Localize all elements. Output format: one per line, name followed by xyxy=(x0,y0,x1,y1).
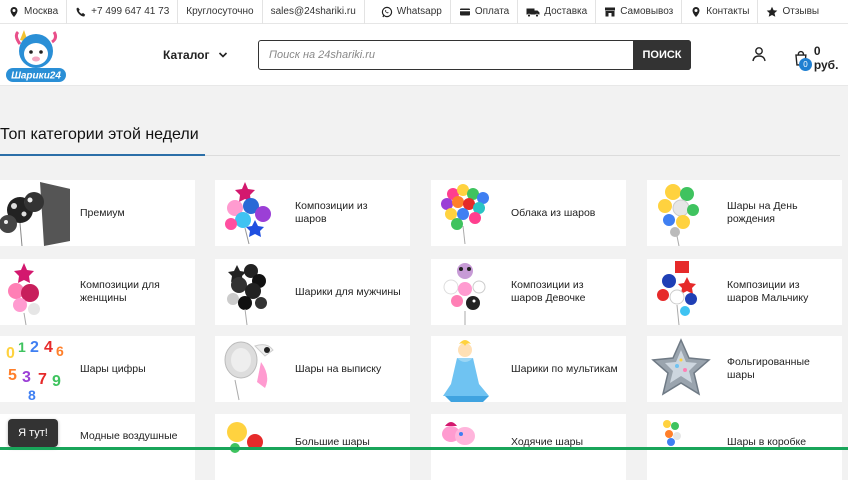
svg-text:6: 6 xyxy=(56,343,64,359)
category-image-premium xyxy=(0,180,70,246)
title-underline xyxy=(0,154,205,156)
category-card[interactable]: Шарики по мультикам xyxy=(431,336,626,402)
category-card[interactable]: Фольгированные шары xyxy=(647,336,842,402)
svg-text:4: 4 xyxy=(44,339,53,356)
phone-icon xyxy=(75,6,87,18)
contacts-link[interactable]: Контакты xyxy=(682,0,759,24)
svg-text:7: 7 xyxy=(38,371,47,388)
category-image-compositions xyxy=(215,180,285,246)
svg-text:9: 9 xyxy=(52,373,61,390)
site-header: Шарики24 Каталог ПОИСК 0 0 руб. xyxy=(0,24,848,86)
phone-link[interactable]: +7 499 647 41 73 xyxy=(67,0,179,24)
category-label: Шары в коробке xyxy=(727,436,807,448)
category-image-for-men xyxy=(215,259,285,325)
contacts-label: Контакты xyxy=(706,6,750,17)
category-label: Большие шары xyxy=(295,436,370,448)
category-label: Облака из шаров xyxy=(511,206,596,219)
category-card[interactable]: Шарики для мужчины xyxy=(215,259,410,325)
payment-label: Оплата xyxy=(474,6,510,17)
category-image-for-women xyxy=(0,259,70,325)
whatsapp-label: Whatsapp xyxy=(396,6,442,17)
category-image-foil xyxy=(647,336,717,402)
pickup-label: Самовывоз xyxy=(620,6,674,17)
category-label: Шарики для мужчины xyxy=(295,285,401,298)
category-label: Фольгированные шары xyxy=(727,356,810,381)
top-bar: Москва +7 499 647 41 73 Круглосуточно sa… xyxy=(0,0,848,24)
logo-text: Шарики24 xyxy=(11,71,61,82)
search-bar: ПОИСК xyxy=(258,40,691,70)
svg-text:2: 2 xyxy=(30,339,39,356)
delivery-label: Доставка xyxy=(544,6,588,17)
svg-text:1: 1 xyxy=(18,339,26,355)
search-input[interactable] xyxy=(259,41,690,69)
reviews-label: Отзывы xyxy=(782,6,820,17)
pickup-link[interactable]: Самовывоз xyxy=(596,0,683,24)
category-card[interactable]: Шары на День рождения xyxy=(647,180,842,246)
phone-number: +7 499 647 41 73 xyxy=(91,6,170,17)
svg-text:5: 5 xyxy=(8,367,17,384)
city-selector[interactable]: Москва xyxy=(0,0,68,24)
category-label: Ходячие шары xyxy=(511,436,584,448)
category-label: Композиции из шаров xyxy=(295,200,368,225)
catalog-label: Каталог xyxy=(163,48,210,62)
payment-link[interactable]: Оплата xyxy=(451,0,519,24)
category-label: Премиум xyxy=(80,206,125,219)
cart-total: 0 руб. xyxy=(813,44,839,72)
chat-widget-button[interactable]: Я тут! xyxy=(8,419,58,447)
category-label: Композиции для женщины xyxy=(80,279,160,304)
search-button[interactable]: ПОИСК xyxy=(633,40,691,70)
city-label: Москва xyxy=(24,6,59,17)
category-label: Шарики по мультикам xyxy=(511,362,618,375)
category-card[interactable]: Премиум xyxy=(0,180,195,246)
category-image-numbers: 01246 5379 8 xyxy=(0,336,70,402)
work-hours: Круглосуточно xyxy=(178,0,263,24)
category-card[interactable]: Композиции для женщины xyxy=(0,259,195,325)
cart-button[interactable]: 0 0 руб. xyxy=(793,44,848,72)
user-icon[interactable] xyxy=(751,46,767,62)
site-logo[interactable]: Шарики24 xyxy=(2,26,70,86)
category-label: Композиции из шаров Мальчику xyxy=(727,279,809,304)
svg-text:0: 0 xyxy=(6,345,15,362)
email-link[interactable]: sales@24shariki.ru xyxy=(263,0,365,24)
category-label: Модные воздушные xyxy=(80,430,178,442)
category-image-cartoons xyxy=(431,336,501,402)
category-image-birthday xyxy=(647,180,717,246)
whatsapp-link[interactable]: Whatsapp xyxy=(373,0,451,24)
location-pin-icon xyxy=(8,6,20,18)
store-icon xyxy=(604,6,616,18)
chevron-down-icon xyxy=(218,52,227,58)
svg-text:3: 3 xyxy=(22,369,31,386)
category-image-girl xyxy=(431,259,501,325)
category-card[interactable]: Облака из шаров xyxy=(431,180,626,246)
category-label: Композиции из шаров Девочке xyxy=(511,279,586,304)
whatsapp-icon xyxy=(381,6,393,18)
category-card[interactable]: Композиции из шаров Мальчику xyxy=(647,259,842,325)
delivery-link[interactable]: Доставка xyxy=(518,0,597,24)
section-title: Топ категории этой недели xyxy=(0,126,199,143)
catalog-menu-button[interactable]: Каталог xyxy=(163,48,228,62)
truck-icon xyxy=(526,6,540,18)
category-label: Шары на День рождения xyxy=(727,200,798,225)
category-label: Шары на выписку xyxy=(295,362,382,375)
category-image-boy xyxy=(647,259,717,325)
email-address: sales@24shariki.ru xyxy=(270,6,356,17)
contacts-pin-icon xyxy=(690,6,702,18)
category-label: Шары цифры xyxy=(80,362,146,375)
card-icon xyxy=(459,6,471,18)
category-image-clouds xyxy=(431,180,501,246)
star-icon xyxy=(766,6,778,18)
svg-text:8: 8 xyxy=(28,387,36,402)
cart-count-badge: 0 xyxy=(799,58,812,71)
hours-label: Круглосуточно xyxy=(186,6,254,17)
category-card[interactable]: 01246 5379 8 Шары цифры xyxy=(0,336,195,402)
category-card[interactable]: Композиции из шаров xyxy=(215,180,410,246)
reviews-link[interactable]: Отзывы xyxy=(758,0,827,24)
category-image-discharge xyxy=(215,336,285,402)
category-card[interactable]: Шары на выписку xyxy=(215,336,410,402)
category-card[interactable]: Композиции из шаров Девочке xyxy=(431,259,626,325)
